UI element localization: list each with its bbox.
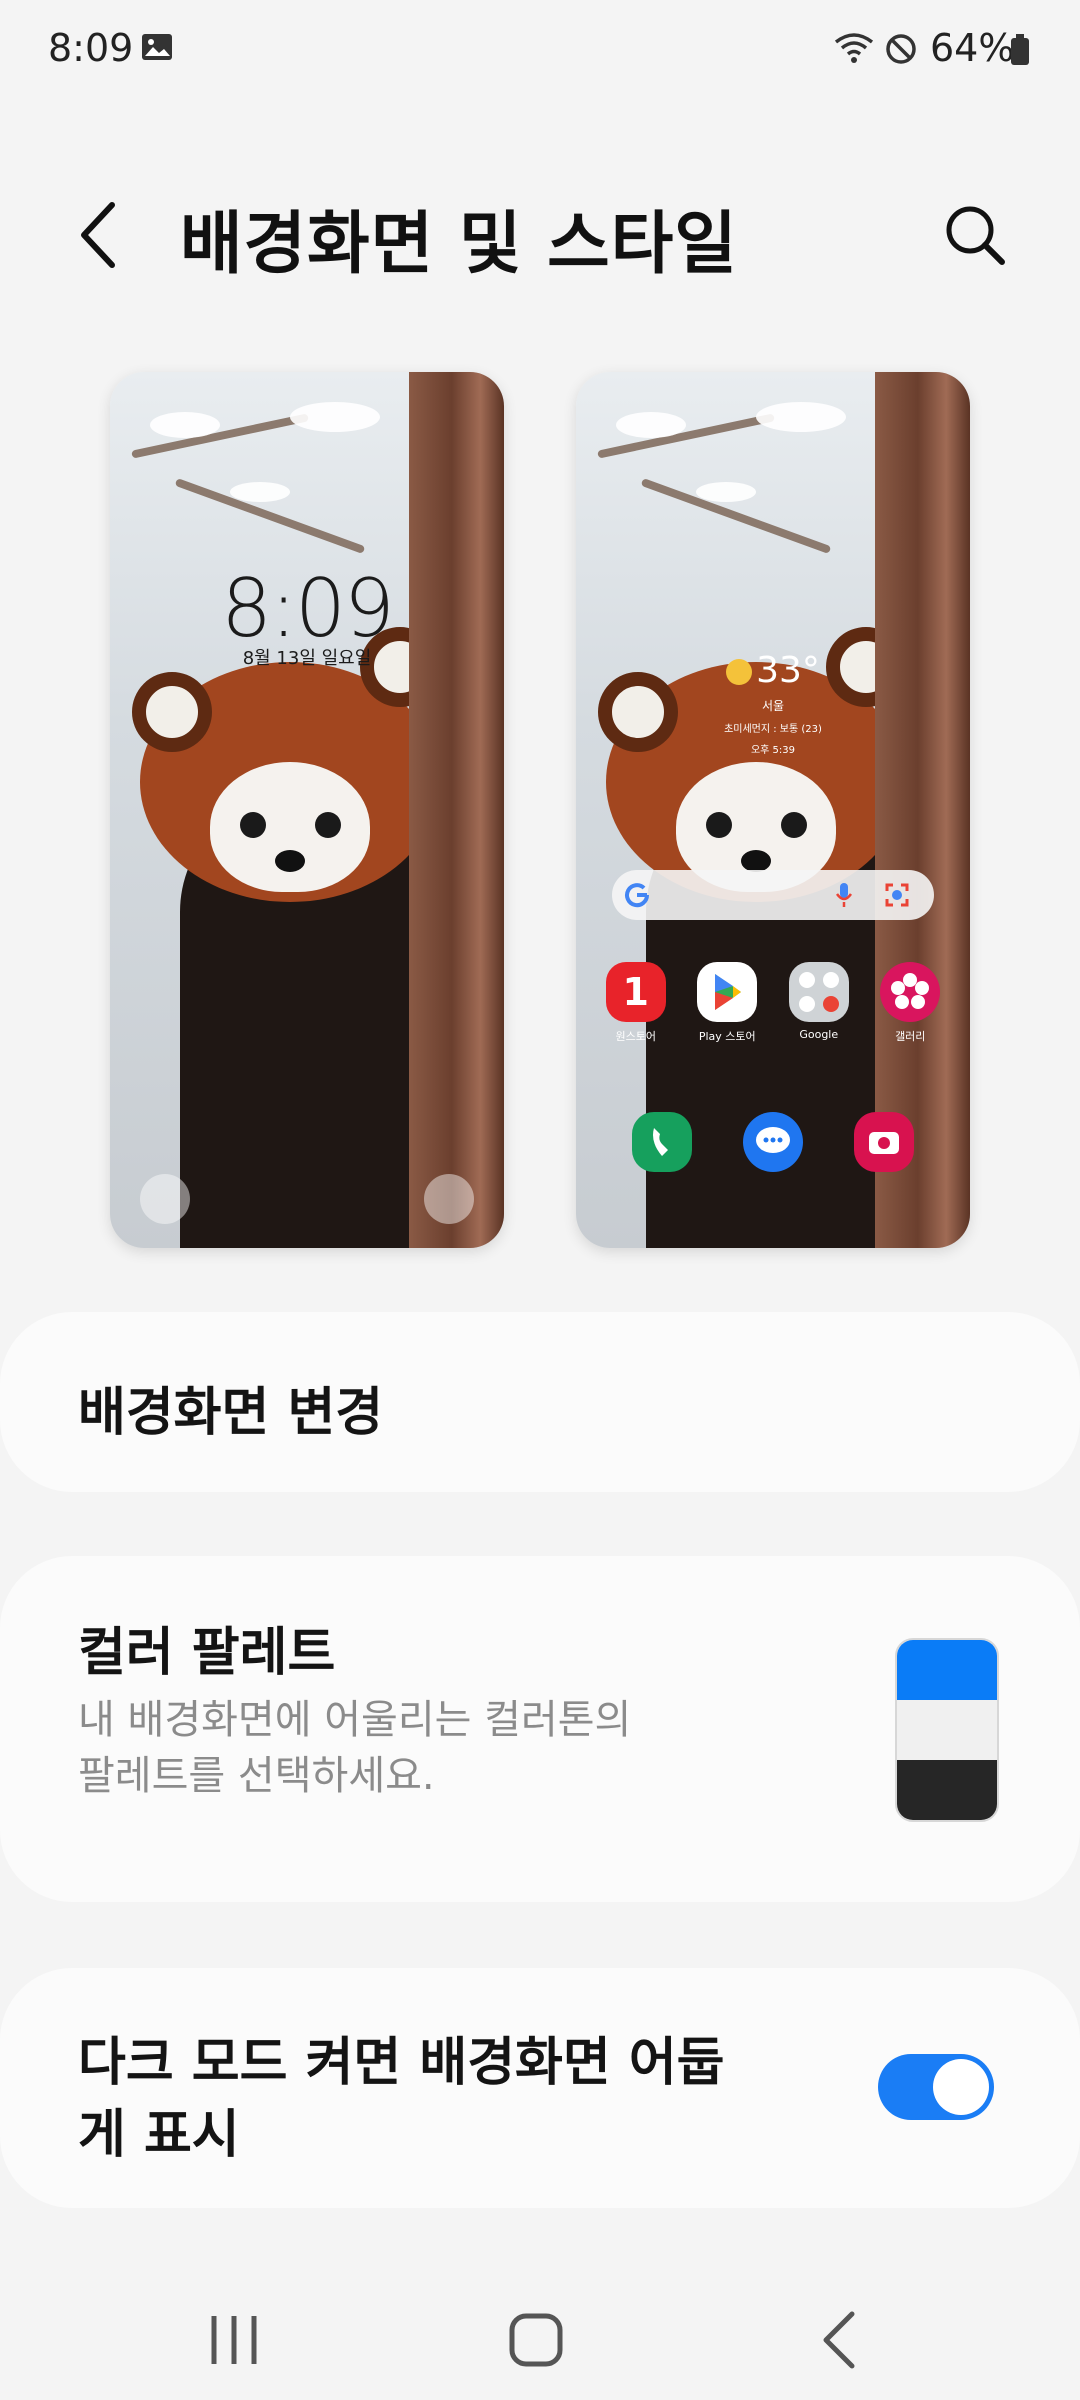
palette-preview[interactable] (895, 1638, 999, 1822)
app-play-store: Play 스토어 (690, 962, 764, 1044)
weather-widget: 33° 서울 초미세먼지 : 보통 (23) 오후 5:39 (576, 650, 970, 756)
dark-mode-title-1: 다크 모드 켜면 배경화면 어둡 (78, 2033, 725, 2093)
phone-icon (631, 1112, 692, 1172)
weather-temp: 33° (756, 650, 820, 691)
app-gallery: 갤러리 (873, 962, 947, 1044)
gallery-app-icon (880, 962, 941, 1022)
change-wallpaper-card[interactable]: 배경화면 변경 (0, 1312, 1080, 1492)
lock-date: 8월 13일 일요일 (242, 648, 372, 669)
back-icon[interactable] (800, 2300, 880, 2380)
home-screen-preview[interactable]: 33° 서울 초미세먼지 : 보통 (23) 오후 5:39 1 원스토어 Pl… (576, 372, 970, 1248)
camera-icon (854, 1112, 915, 1172)
color-palette-subtitle-1: 내 배경화면에 어울리는 컬러톤의 (78, 1697, 632, 1743)
phone-shortcut-icon (140, 1174, 190, 1224)
app-google-folder: Google (782, 962, 856, 1044)
messages-icon (742, 1112, 803, 1172)
search-icon[interactable] (940, 200, 1010, 270)
page-title: 배경화면 및 스타일 (180, 205, 738, 284)
lock-clock: 8:09 (221, 562, 395, 655)
do-not-disturb-icon (886, 34, 916, 64)
weather-dust: 초미세먼지 : 보통 (23) (724, 724, 822, 735)
weather-time: 오후 5:39 (750, 745, 796, 756)
camera-shortcut-icon (424, 1174, 474, 1224)
google-search-bar (612, 870, 934, 920)
weather-city: 서울 (761, 699, 785, 713)
gallery-icon (142, 34, 172, 60)
recents-icon[interactable] (194, 2300, 274, 2380)
wifi-icon (834, 33, 874, 63)
lock-screen-preview[interactable]: 8:09 8월 13일 일요일 (110, 372, 504, 1248)
color-palette-title: 컬러 팔레트 (78, 1623, 336, 1683)
onestore-icon: 1 (605, 962, 666, 1022)
play-store-icon (697, 962, 758, 1022)
sun-icon (726, 659, 753, 685)
google-folder-icon (788, 962, 849, 1022)
dark-mode-title-2: 게 표시 (78, 2105, 240, 2165)
mic-icon (835, 883, 853, 907)
lens-icon (885, 883, 909, 907)
app-onestore: 1 원스토어 (599, 962, 673, 1044)
color-palette-subtitle-2: 팔레트를 선택하세요. (78, 1753, 435, 1799)
change-wallpaper-title: 배경화면 변경 (78, 1383, 384, 1443)
home-icon[interactable] (496, 2300, 576, 2380)
back-button[interactable] (70, 195, 130, 275)
battery-icon (1011, 34, 1029, 65)
status-bar: 8:09 64% (0, 0, 1080, 100)
toggle-knob (933, 2059, 989, 2115)
navigation-bar (0, 2260, 1080, 2400)
dark-mode-toggle[interactable] (878, 2054, 994, 2120)
battery-percent: 64% (930, 26, 1015, 70)
google-icon (625, 883, 650, 908)
status-time: 8:09 (48, 26, 134, 70)
